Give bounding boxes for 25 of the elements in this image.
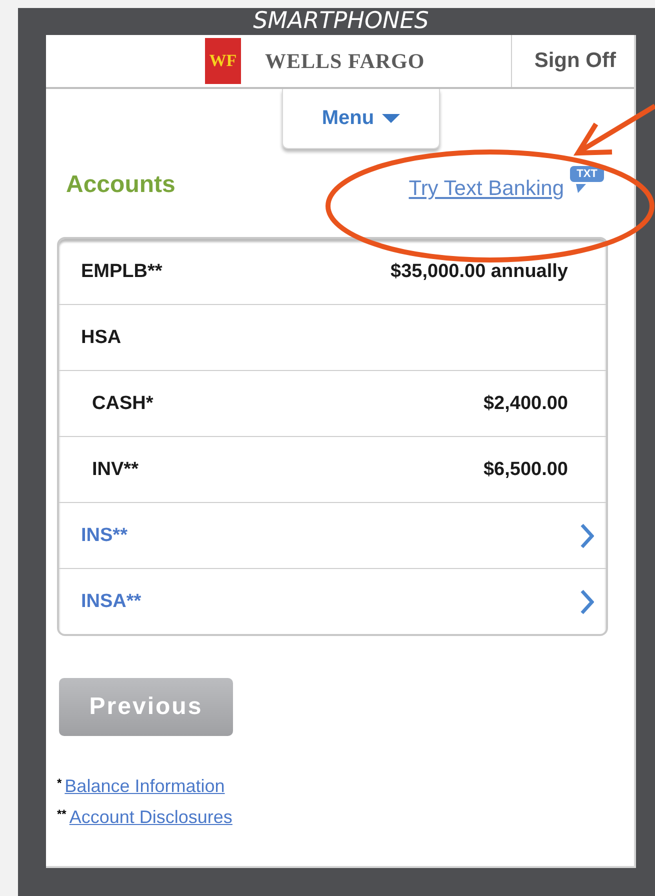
account-row[interactable]: INSA** [59,569,606,634]
account-name: INSA** [80,590,142,612]
footnote-mark: ** [57,807,66,821]
account-name: INS** [80,524,128,546]
account-name: INV** [91,458,138,480]
account-name: CASH* [91,392,154,414]
account-amount: $35,000.00 annually [390,260,568,282]
account-amount: $6,500.00 [483,458,568,480]
caret-icon [382,114,400,124]
chevron-right-icon [580,588,594,614]
text-banking-link[interactable]: Try Text Banking [408,177,564,201]
footnote-mark: * [57,776,62,790]
brand-name: WELLS FARGO [265,48,425,74]
footnote-link[interactable]: Account Disclosures [69,807,232,828]
logo-mark: WF [205,38,241,84]
chevron-right-icon [580,522,594,548]
footnote-link[interactable]: Balance Information [64,776,225,797]
account-amount: $2,400.00 [483,392,568,414]
previous-button[interactable]: Previous [59,678,233,736]
section-title: Accounts [66,171,176,199]
account-name: EMPLB** [80,260,162,282]
frame-title: SMARTPHONES [252,8,430,35]
account-name: HSA [80,326,122,348]
menu-button[interactable]: Menu [282,89,440,149]
account-row[interactable]: INS** [59,503,606,569]
